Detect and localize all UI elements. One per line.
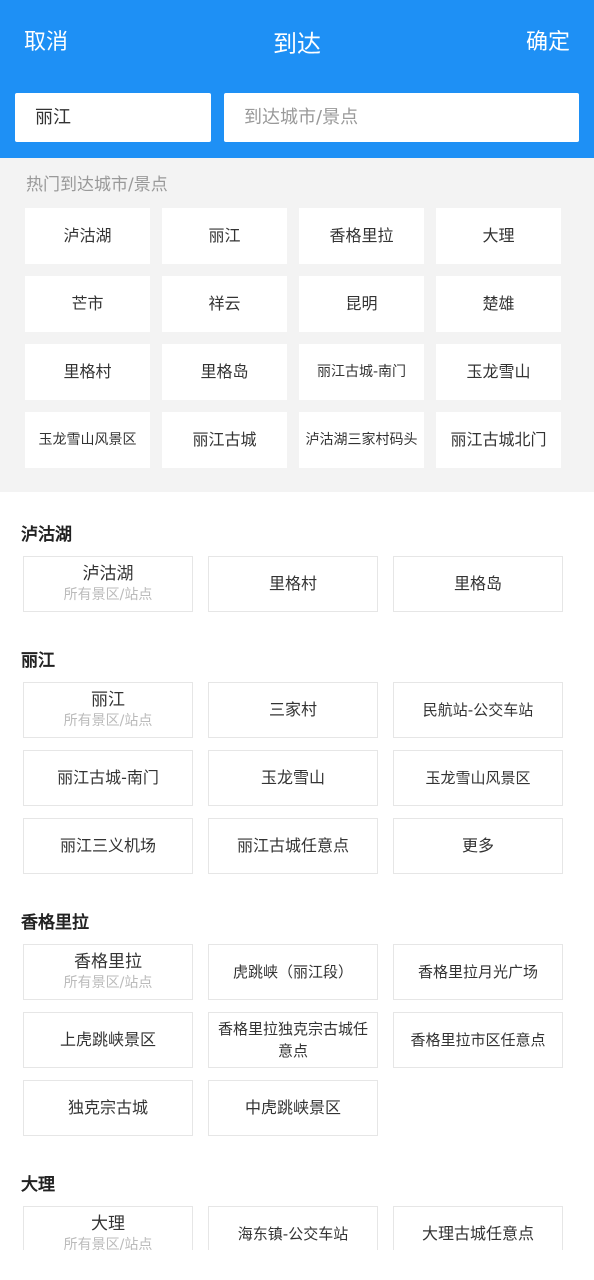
destination-item[interactable]: 海东镇-公交车站 <box>208 1206 378 1250</box>
hot-destinations-panel: 热门到达城市/景点 泸沽湖 丽江 香格里拉 大理 芒市 祥云 昆明 楚雄 里格村… <box>0 158 594 492</box>
section-title: 香格里拉 <box>21 913 89 933</box>
all-spots-name: 香格里拉 <box>74 952 142 972</box>
hot-destination-item[interactable]: 泸沽湖三家村码头 <box>299 412 424 468</box>
hot-destination-item[interactable]: 大理 <box>436 208 561 264</box>
section-grid: 香格里拉 所有景区/站点 虎跳峡（丽江段） 香格里拉月光广场 上虎跳峡景区 香格… <box>23 944 563 1136</box>
destination-item[interactable]: 民航站-公交车站 <box>393 682 563 738</box>
all-spots-item[interactable]: 香格里拉 所有景区/站点 <box>23 944 193 1000</box>
hot-destination-item[interactable]: 芒市 <box>25 276 150 332</box>
all-spots-name: 泸沽湖 <box>82 564 134 584</box>
hot-destination-item[interactable]: 玉龙雪山 <box>436 344 561 400</box>
hot-destination-item[interactable]: 祥云 <box>162 276 287 332</box>
hot-destination-item[interactable]: 丽江古城北门 <box>436 412 561 468</box>
destination-item[interactable]: 中虎跳峡景区 <box>208 1080 378 1136</box>
hot-destination-item[interactable]: 香格里拉 <box>299 208 424 264</box>
all-spots-name: 大理 <box>91 1214 125 1234</box>
hot-destination-item[interactable]: 昆明 <box>299 276 424 332</box>
confirm-button[interactable]: 确定 <box>526 24 570 56</box>
hot-destinations-title: 热门到达城市/景点 <box>26 175 168 195</box>
hot-destination-item[interactable]: 楚雄 <box>436 276 561 332</box>
top-bar: 取消 到达 确定 丽江 <box>0 0 594 158</box>
hot-destination-item[interactable]: 丽江古城 <box>162 412 287 468</box>
page-title: 到达 <box>273 30 321 58</box>
destination-item[interactable]: 三家村 <box>208 682 378 738</box>
destination-item[interactable]: 香格里拉市区任意点 <box>393 1012 563 1068</box>
destination-search-input[interactable] <box>224 93 579 142</box>
destination-item[interactable]: 香格里拉月光广场 <box>393 944 563 1000</box>
hot-destination-item[interactable]: 里格岛 <box>162 344 287 400</box>
section-grid: 丽江 所有景区/站点 三家村 民航站-公交车站 丽江古城-南门 玉龙雪山 玉龙雪… <box>23 682 563 874</box>
hot-destinations-grid: 泸沽湖 丽江 香格里拉 大理 芒市 祥云 昆明 楚雄 里格村 里格岛 丽江古城-… <box>25 208 561 468</box>
destination-item[interactable]: 香格里拉独克宗古城任意点 <box>208 1012 378 1068</box>
destination-item[interactable]: 里格岛 <box>393 556 563 612</box>
destination-item[interactable]: 里格村 <box>208 556 378 612</box>
destination-item[interactable]: 上虎跳峡景区 <box>23 1012 193 1068</box>
hot-destination-item[interactable]: 丽江古城-南门 <box>299 344 424 400</box>
destination-item[interactable]: 丽江古城任意点 <box>208 818 378 874</box>
all-spots-item[interactable]: 泸沽湖 所有景区/站点 <box>23 556 193 612</box>
more-button[interactable]: 更多 <box>393 818 563 874</box>
all-spots-sub: 所有景区/站点 <box>63 587 153 603</box>
all-spots-sub: 所有景区/站点 <box>63 1237 153 1250</box>
destination-item[interactable]: 虎跳峡（丽江段） <box>208 944 378 1000</box>
section-grid: 大理 所有景区/站点 海东镇-公交车站 大理古城任意点 <box>23 1206 563 1250</box>
destination-item[interactable]: 丽江古城-南门 <box>23 750 193 806</box>
all-spots-name: 丽江 <box>91 690 125 710</box>
section-title: 丽江 <box>21 651 55 671</box>
all-spots-item[interactable]: 大理 所有景区/站点 <box>23 1206 193 1250</box>
all-spots-sub: 所有景区/站点 <box>63 713 153 729</box>
destination-item[interactable]: 独克宗古城 <box>23 1080 193 1136</box>
hot-destination-item[interactable]: 泸沽湖 <box>25 208 150 264</box>
city-section-dali: 大理 大理 所有景区/站点 海东镇-公交车站 大理古城任意点 <box>0 1142 594 1250</box>
section-title: 泸沽湖 <box>21 525 72 545</box>
destination-item[interactable]: 丽江三义机场 <box>23 818 193 874</box>
all-spots-item[interactable]: 丽江 所有景区/站点 <box>23 682 193 738</box>
destination-item[interactable]: 玉龙雪山风景区 <box>393 750 563 806</box>
section-grid: 泸沽湖 所有景区/站点 里格村 里格岛 <box>23 556 563 612</box>
hot-destination-item[interactable]: 里格村 <box>25 344 150 400</box>
departure-city-field[interactable]: 丽江 <box>15 93 211 142</box>
hot-destination-item[interactable]: 丽江 <box>162 208 287 264</box>
destination-item[interactable]: 大理古城任意点 <box>393 1206 563 1250</box>
hot-destination-item[interactable]: 玉龙雪山风景区 <box>25 412 150 468</box>
destination-item[interactable]: 玉龙雪山 <box>208 750 378 806</box>
all-spots-sub: 所有景区/站点 <box>63 975 153 991</box>
section-title: 大理 <box>21 1175 55 1195</box>
